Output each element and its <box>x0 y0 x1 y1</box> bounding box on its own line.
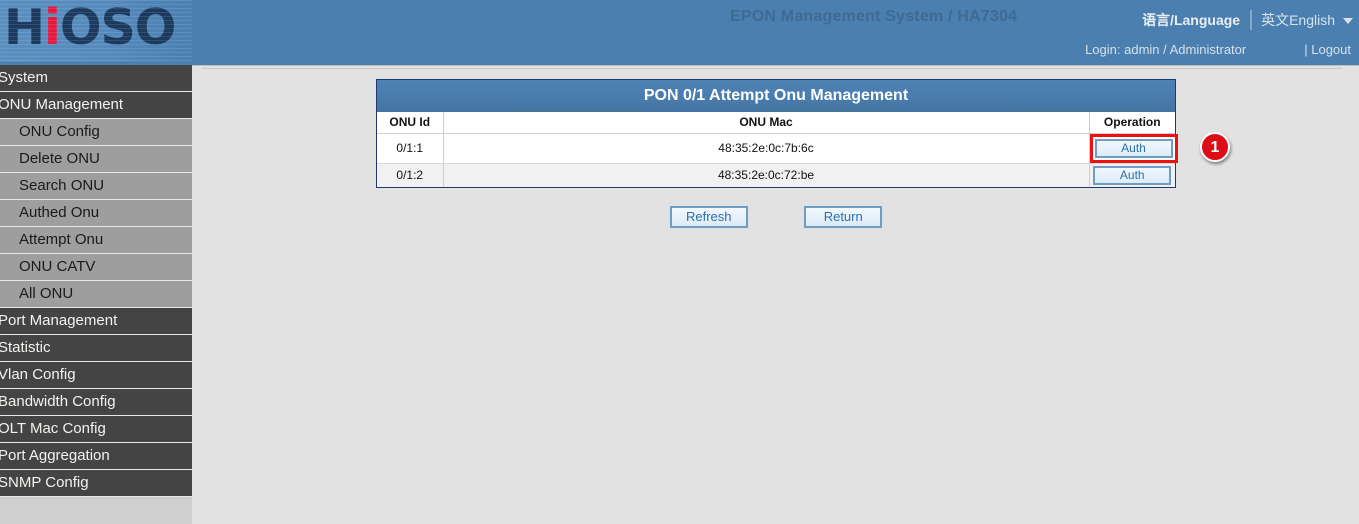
sidebar-item-authed-onu[interactable]: Authed Onu <box>0 200 192 227</box>
cell-onu-mac: 48:35:2e:0c:72:be <box>443 163 1089 187</box>
app-header: HiOSO EPON Management System / HA7304 语言… <box>0 0 1359 65</box>
sidebar-item-statistic[interactable]: Statistic <box>0 335 192 362</box>
column-header-onu-id: ONU Id <box>377 112 443 133</box>
sidebar-item-bandwidth-config[interactable]: Bandwidth Config <box>0 389 192 416</box>
logout-group: | Logout <box>1304 42 1351 57</box>
session-info: Login: admin / Administrator | Logout <box>1085 42 1351 57</box>
page-title: EPON Management System / HA7304 <box>730 8 1017 26</box>
content-divider <box>202 68 1342 69</box>
sidebar-item-olt-mac-config[interactable]: OLT Mac Config <box>0 416 192 443</box>
cell-operation: Auth <box>1089 133 1175 163</box>
auth-button[interactable]: Auth <box>1093 166 1171 185</box>
logout-link[interactable]: Logout <box>1311 42 1351 57</box>
content-area: PON 0/1 Attempt Onu Management ONU Id ON… <box>192 65 1359 524</box>
sidebar-item-onu-config[interactable]: ONU Config <box>0 119 192 146</box>
column-header-onu-mac: ONU Mac <box>443 112 1089 133</box>
column-header-operation: Operation <box>1089 112 1175 133</box>
login-user-text: Login: admin / Administrator <box>1085 42 1246 57</box>
sidebar-item-attempt-onu[interactable]: Attempt Onu <box>0 227 192 254</box>
logo-wordmark: HiOSO <box>4 2 175 54</box>
attempt-onu-panel: PON 0/1 Attempt Onu Management ONU Id ON… <box>376 79 1176 188</box>
sidebar-item-port-aggregation[interactable]: Port Aggregation <box>0 443 192 470</box>
table-header-row: ONU Id ONU Mac Operation <box>377 112 1175 133</box>
brand-logo[interactable]: HiOSO <box>0 0 192 62</box>
table-row: 0/1:148:35:2e:0c:7b:6c Auth <box>377 133 1175 163</box>
sidebar-item-all-onu[interactable]: All ONU <box>0 281 192 308</box>
cell-onu-id: 0/1:2 <box>377 163 443 187</box>
language-label: 语言/Language <box>1142 10 1250 30</box>
language-value: 英文English <box>1261 10 1343 30</box>
sidebar-item-delete-onu[interactable]: Delete ONU <box>0 146 192 173</box>
sidebar-item-port-management[interactable]: Port Management <box>0 308 192 335</box>
sidebar-item-snmp-config[interactable]: SNMP Config <box>0 470 192 497</box>
table-row: 0/1:248:35:2e:0c:72:beAuth <box>377 163 1175 187</box>
language-selector[interactable]: 语言/Language 英文English <box>1142 9 1353 31</box>
chevron-down-icon[interactable] <box>1343 18 1353 24</box>
sidebar-item-vlan-config[interactable]: Vlan Config <box>0 362 192 389</box>
language-divider <box>1250 10 1252 30</box>
cell-onu-id: 0/1:1 <box>377 133 443 163</box>
action-buttons: Refresh Return <box>376 206 1176 228</box>
refresh-button[interactable]: Refresh <box>670 206 748 228</box>
highlight-box: Auth <box>1090 134 1178 163</box>
logo-letter-i: i <box>44 0 60 56</box>
cell-operation: Auth <box>1089 163 1175 187</box>
sidebar-item-system[interactable]: System <box>0 65 192 92</box>
sidebar-nav: SystemONU ManagementONU ConfigDelete ONU… <box>0 65 192 524</box>
logout-separator: | <box>1304 42 1307 57</box>
annotation-badge-1: 1 <box>1200 132 1230 162</box>
panel-title: PON 0/1 Attempt Onu Management <box>377 80 1175 112</box>
logo-letter-h: H <box>4 0 44 56</box>
sidebar-item-onu-management[interactable]: ONU Management <box>0 92 192 119</box>
auth-button[interactable]: Auth <box>1095 139 1173 158</box>
logo-letters-oso: OSO <box>60 0 176 56</box>
sidebar-item-onu-catv[interactable]: ONU CATV <box>0 254 192 281</box>
return-button[interactable]: Return <box>804 206 882 228</box>
sidebar-item-search-onu[interactable]: Search ONU <box>0 173 192 200</box>
onu-table: ONU Id ONU Mac Operation 0/1:148:35:2e:0… <box>377 112 1175 187</box>
cell-onu-mac: 48:35:2e:0c:7b:6c <box>443 133 1089 163</box>
